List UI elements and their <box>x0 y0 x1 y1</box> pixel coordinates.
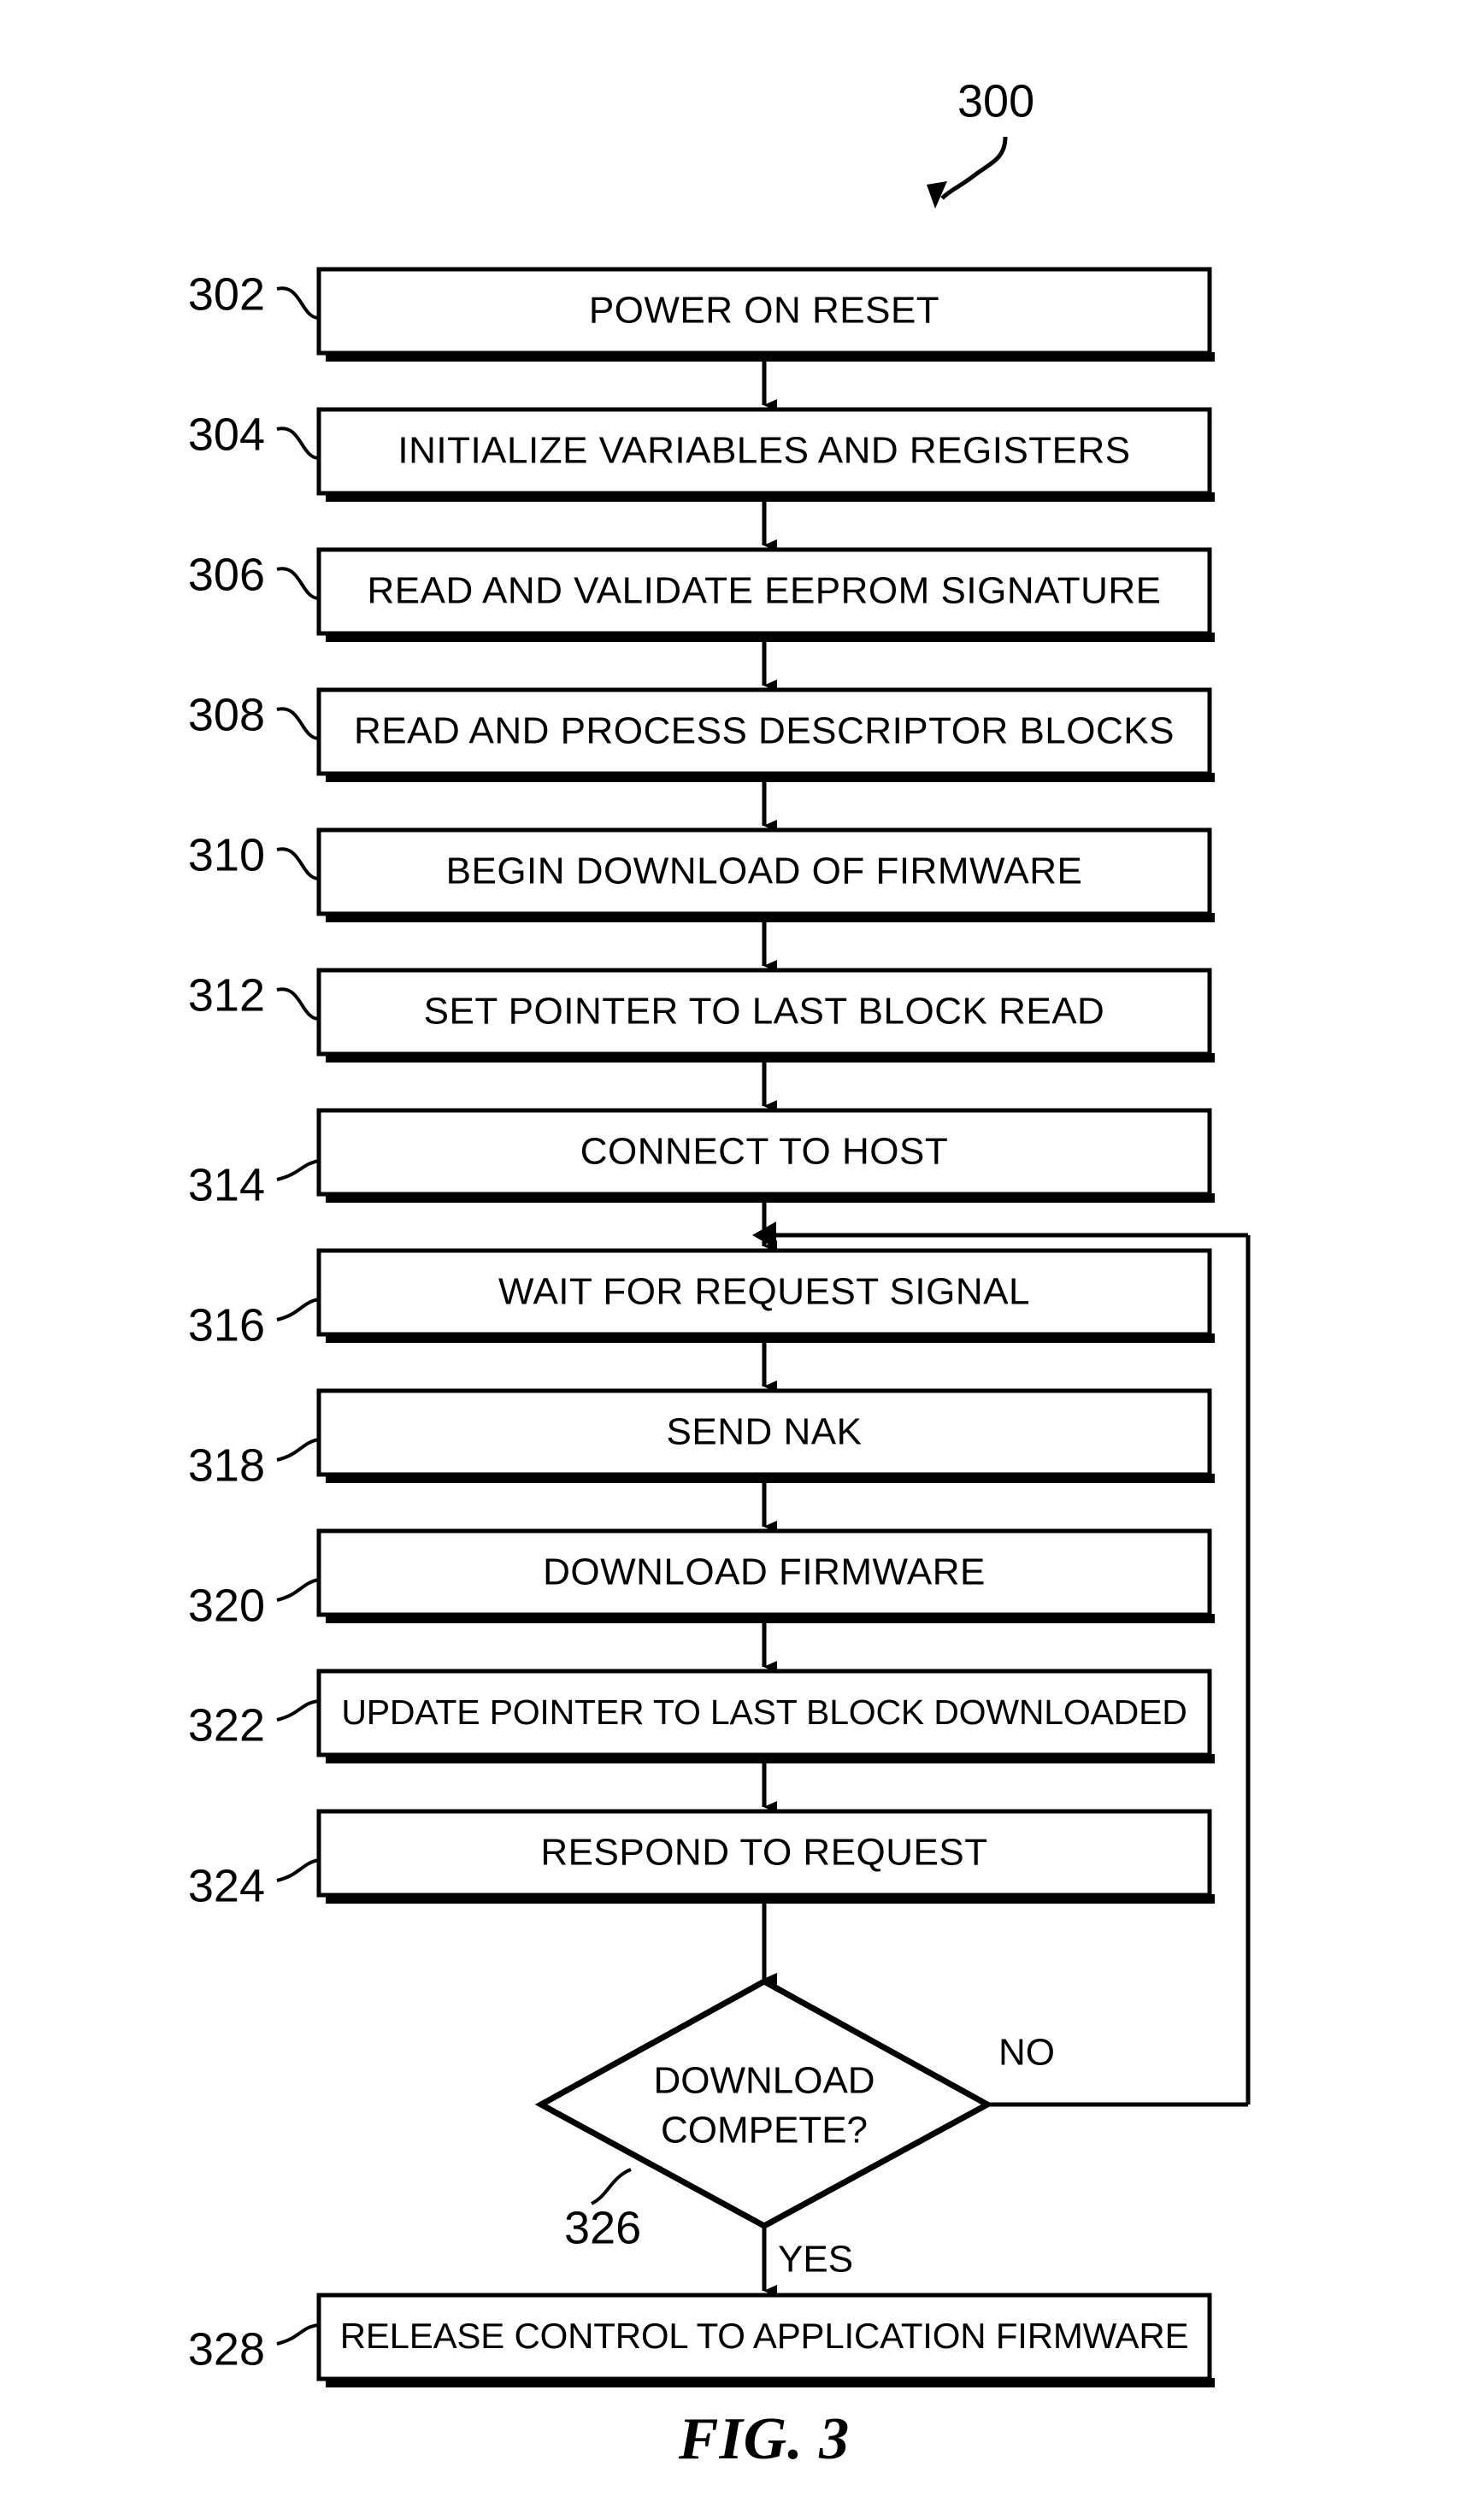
figure-ref-300-leader <box>940 136 1008 200</box>
flow-node-322-leader <box>276 1699 320 1722</box>
flow-node-312-label: SET POINTER TO LAST BLOCK READ <box>424 991 1105 1033</box>
flow-node-322-label: UPDATE POINTER TO LAST BLOCK DOWNLOADED <box>341 1692 1187 1732</box>
flow-node-318: SEND NAK 318 <box>188 1388 1215 1491</box>
flow-node-320-leader <box>276 1578 320 1602</box>
figure-caption: FIG. 3 <box>678 2406 850 2472</box>
flow-node-326-leader <box>591 2168 632 2205</box>
flow-node-320-ref: 320 <box>188 1580 265 1631</box>
flow-node-306-leader <box>276 567 320 600</box>
flow-node-320: DOWNLOAD FIRMWARE 320 <box>188 1528 1215 1631</box>
flow-node-306-label: READ AND VALIDATE EEPROM SIGNATURE <box>368 570 1162 612</box>
flow-node-328: RELEASE CONTROL TO APPLICATION FIRMWARE … <box>188 2293 1215 2387</box>
flow-node-308-label: READ AND PROCESS DESCRIPTOR BLOCKS <box>354 710 1175 752</box>
flow-node-318-leader <box>276 1438 320 1462</box>
flow-node-304-label: INITIALIZE VARIABLES AND REGISTERS <box>398 430 1130 472</box>
flow-node-320-label: DOWNLOAD FIRMWARE <box>543 1551 986 1593</box>
flowchart-canvas: 300 POWER ON RESET 302 INITIALIZE VARIAB… <box>188 75 1251 2472</box>
flow-node-308: READ AND PROCESS DESCRIPTOR BLOCKS 308 <box>188 687 1215 782</box>
flow-node-316-leader <box>276 1298 320 1322</box>
flow-node-312-ref: 312 <box>188 969 265 1021</box>
figure-page: 300 POWER ON RESET 302 INITIALIZE VARIAB… <box>0 0 1484 2496</box>
flow-node-316-ref: 316 <box>188 1299 265 1351</box>
flow-node-306: READ AND VALIDATE EEPROM SIGNATURE 306 <box>188 547 1215 642</box>
flow-node-302-leader <box>276 286 320 320</box>
figure-ref-300: 300 <box>957 75 1034 127</box>
flow-node-328-leader <box>276 2323 320 2346</box>
flow-node-304-ref: 304 <box>188 409 265 460</box>
flow-node-314-leader <box>276 1159 320 1181</box>
edge-label-no: NO <box>998 2032 1055 2074</box>
flow-node-326-ref: 326 <box>564 2202 641 2253</box>
flow-node-318-label: SEND NAK <box>667 1411 863 1453</box>
flow-node-312: SET POINTER TO LAST BLOCK READ 312 <box>188 968 1215 1063</box>
flow-node-302: POWER ON RESET 302 <box>188 267 1215 362</box>
flow-node-304-leader <box>276 427 320 460</box>
flow-node-322: UPDATE POINTER TO LAST BLOCK DOWNLOADED … <box>188 1669 1215 1763</box>
flow-node-328-label: RELEASE CONTROL TO APPLICATION FIRMWARE <box>340 2316 1189 2356</box>
flow-node-308-leader <box>276 707 320 740</box>
flow-node-324: RESPOND TO REQUEST 324 <box>188 1809 1215 1911</box>
flow-node-302-label: POWER ON RESET <box>589 290 939 332</box>
flow-node-312-leader <box>276 987 320 1021</box>
flow-node-328-ref: 328 <box>188 2323 265 2375</box>
flow-node-326: DOWNLOAD COMPETE? 326 <box>534 1978 994 2253</box>
flow-node-316-label: WAIT FOR REQUEST SIGNAL <box>498 1271 1030 1313</box>
flow-node-302-ref: 302 <box>188 268 265 320</box>
flow-node-324-ref: 324 <box>188 1860 265 1911</box>
flow-node-314: CONNECT TO HOST 314 <box>188 1108 1215 1210</box>
flow-node-304: INITIALIZE VARIABLES AND REGISTERS 304 <box>188 407 1215 502</box>
flow-node-324-label: RESPOND TO REQUEST <box>540 1832 987 1874</box>
flow-node-322-ref: 322 <box>188 1699 265 1751</box>
flow-node-326-label-line1: DOWNLOAD <box>653 2060 874 2102</box>
flow-node-314-label: CONNECT TO HOST <box>580 1131 948 1173</box>
flow-node-324-leader <box>276 1858 320 1882</box>
flow-node-326-label-line2: COMPETE? <box>661 2110 868 2152</box>
edge-label-yes: YES <box>778 2239 853 2281</box>
flow-node-310-label: BEGIN DOWNLOAD OF FIRMWARE <box>446 851 1083 892</box>
flow-node-310-leader <box>276 847 320 880</box>
flow-node-310-ref: 310 <box>188 829 265 880</box>
flow-node-318-ref: 318 <box>188 1439 265 1491</box>
flow-node-306-ref: 306 <box>188 549 265 600</box>
flow-node-316: WAIT FOR REQUEST SIGNAL 316 <box>188 1248 1215 1351</box>
flow-node-314-ref: 314 <box>188 1159 265 1210</box>
flow-node-308-ref: 308 <box>188 689 265 740</box>
loopback-no-edge <box>752 1222 1251 2107</box>
flow-node-310: BEGIN DOWNLOAD OF FIRMWARE 310 <box>188 827 1215 922</box>
